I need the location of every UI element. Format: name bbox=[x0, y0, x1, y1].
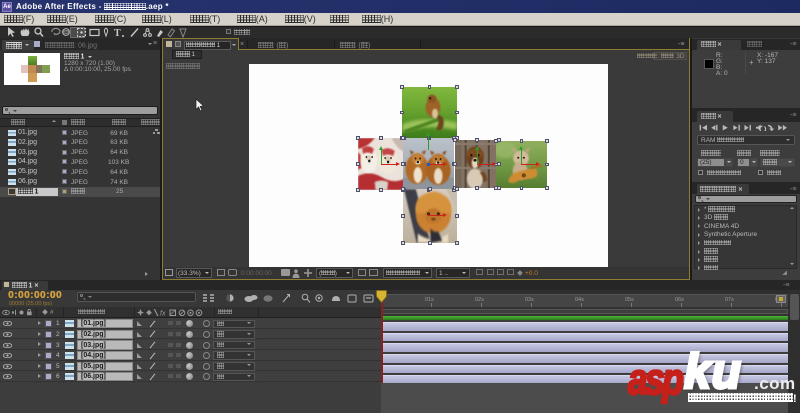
svg-text:fx: fx bbox=[160, 310, 166, 317]
svg-text:T: T bbox=[114, 28, 121, 38]
